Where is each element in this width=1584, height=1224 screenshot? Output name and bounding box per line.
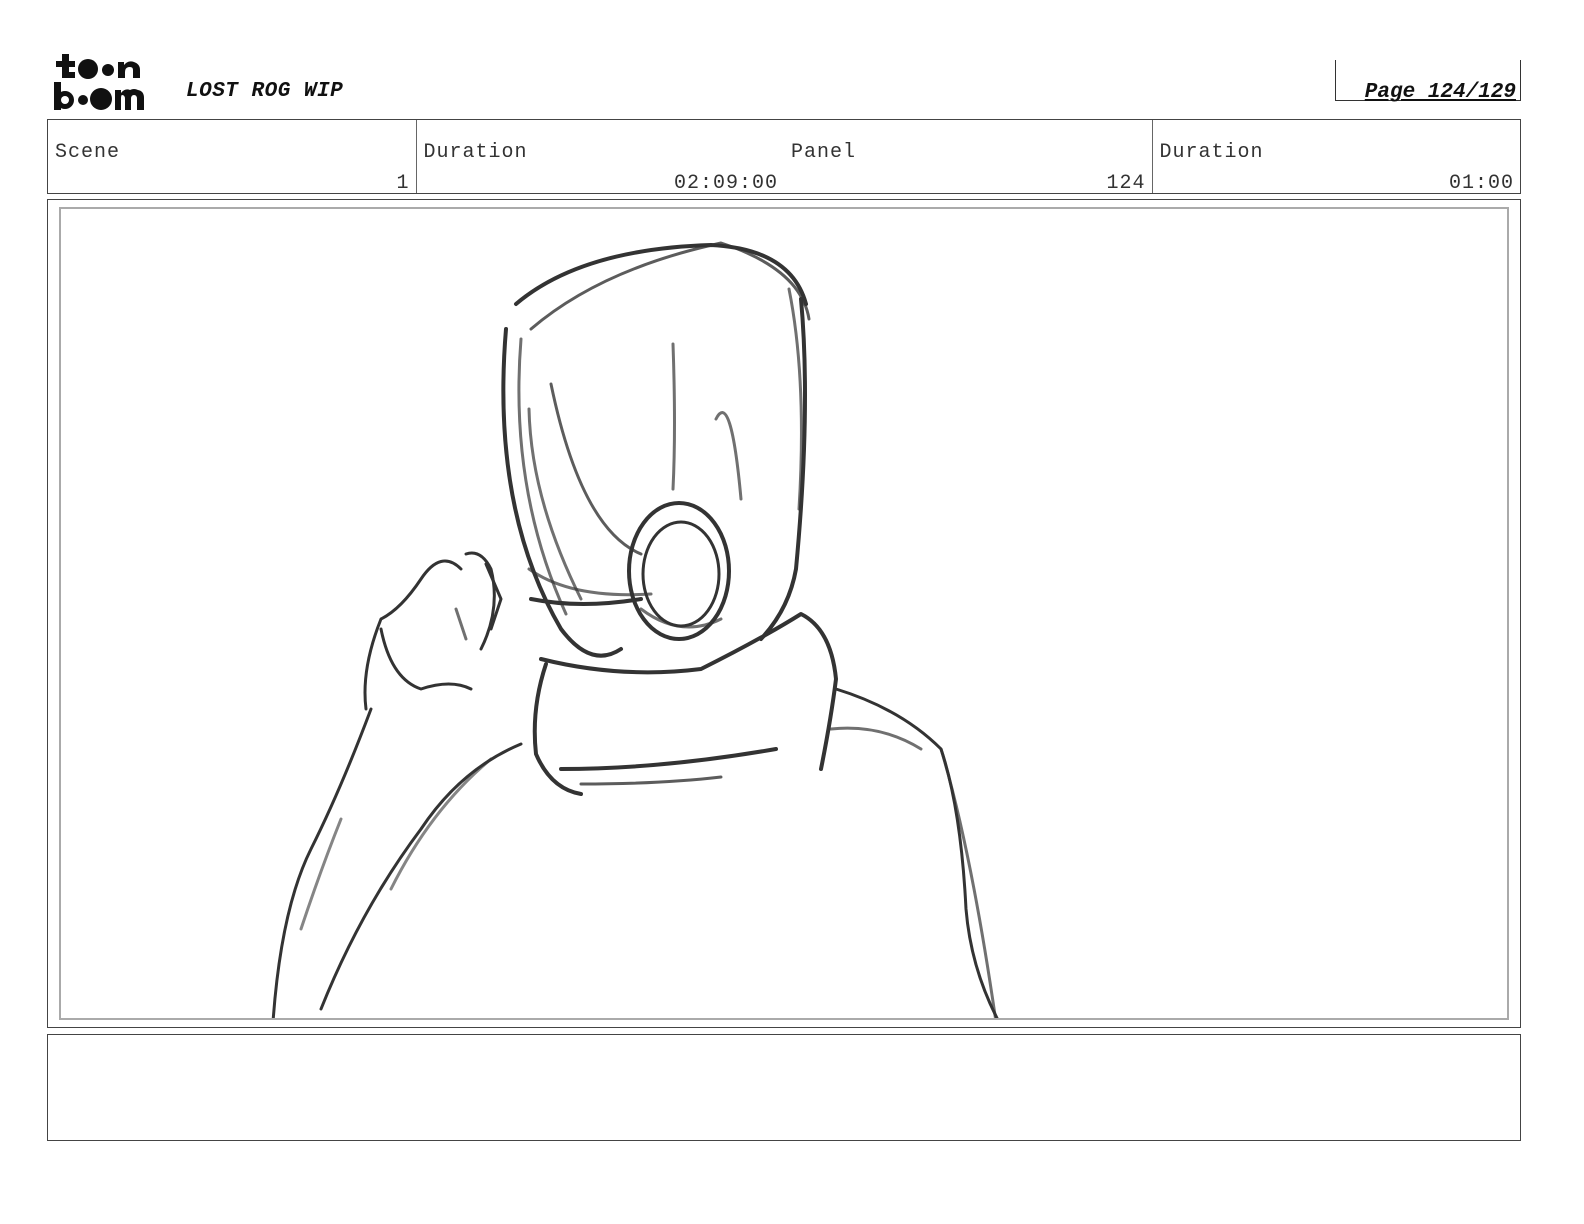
scene-cell: Scene 1 — [48, 120, 417, 195]
panel-drawing-area — [59, 207, 1509, 1020]
scene-duration-value: 02:09:00 — [673, 172, 778, 195]
panel-duration-value: 01:00 — [1448, 172, 1514, 195]
page-indicator: Page 124/129 — [1335, 60, 1521, 104]
scene-label: Scene — [55, 141, 121, 164]
panel-duration-cell: Duration 01:00 — [1153, 120, 1521, 195]
panel-value: 124 — [1106, 172, 1146, 195]
panel-frame — [47, 199, 1521, 1028]
scene-duration-cell: Duration 02:09:00 — [417, 120, 785, 195]
info-row: Scene 1 Duration 02:09:00 Panel 124 Dura… — [47, 119, 1521, 195]
panel-cell: Panel 124 — [784, 120, 1153, 195]
scene-value: 1 — [396, 172, 410, 195]
panel-duration-label: Duration — [1159, 141, 1264, 164]
hazmat-figure-sketch — [271, 241, 999, 1018]
notes-box — [47, 1034, 1521, 1141]
project-title: LOST ROG WIP — [186, 80, 344, 103]
scene-duration-label: Duration — [423, 141, 528, 164]
toon-boom-logo — [54, 54, 144, 110]
page-label: Page 124/129 — [1364, 81, 1516, 104]
panel-label: Panel — [791, 141, 857, 164]
